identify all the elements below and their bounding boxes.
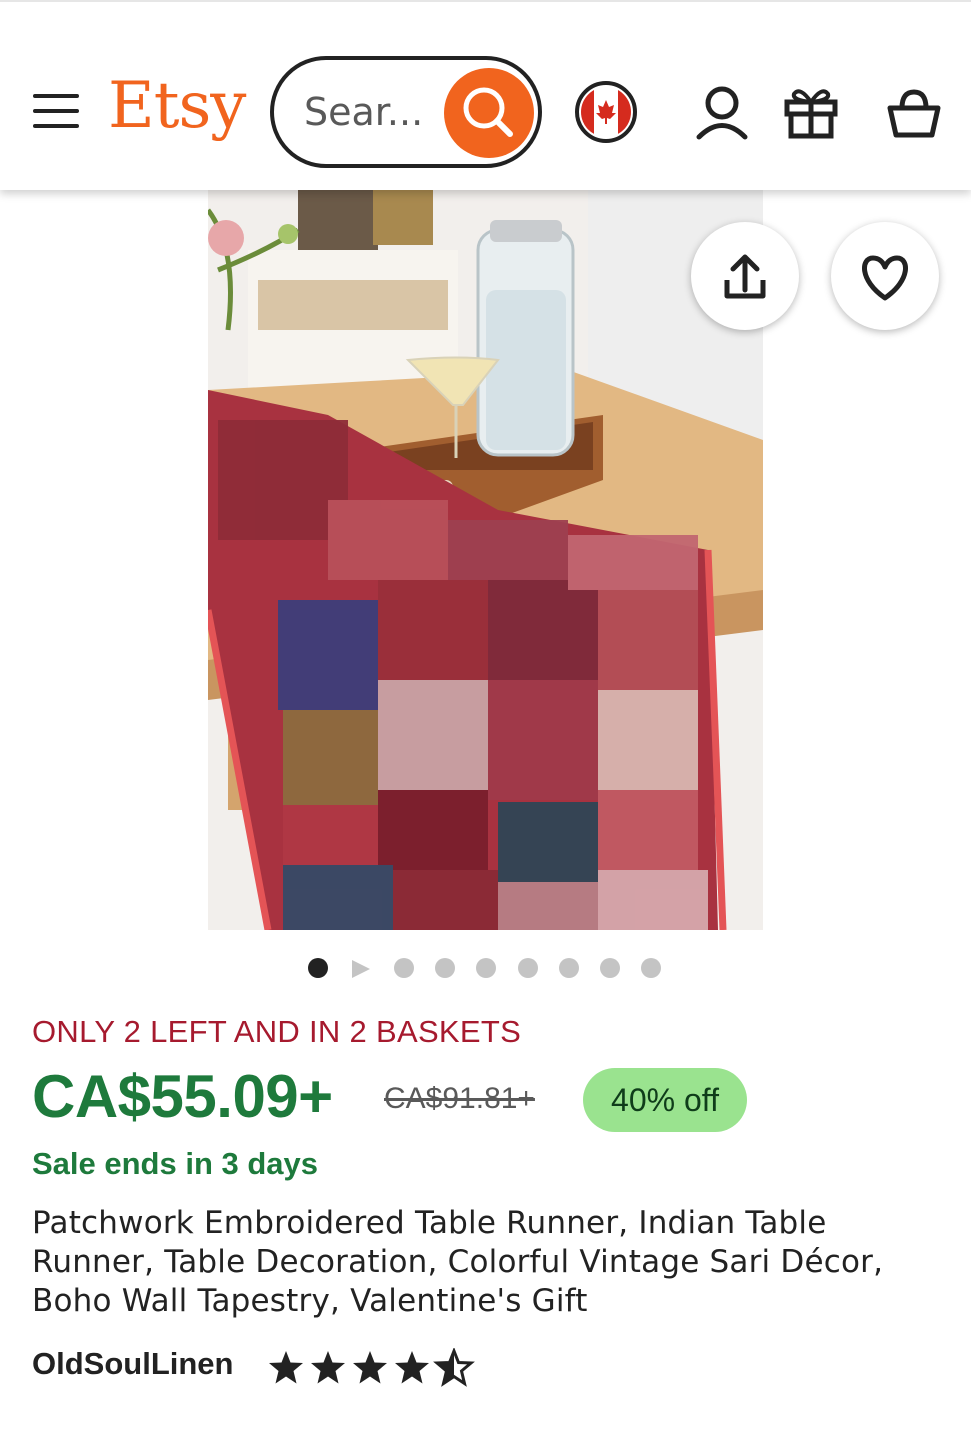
share-icon	[724, 254, 766, 299]
shop-name-link[interactable]: OldSoulLinen	[32, 1346, 234, 1382]
original-price: CA$91.81+	[384, 1082, 535, 1115]
carousel-video-icon[interactable]	[350, 958, 372, 980]
header-top-border	[0, 0, 971, 2]
carousel-dot[interactable]	[559, 958, 579, 978]
star-icon	[353, 1351, 387, 1384]
heart-icon	[862, 255, 908, 301]
search-bar	[270, 56, 542, 168]
carousel-dot[interactable]	[394, 958, 414, 978]
carousel-dot[interactable]	[476, 958, 496, 978]
carousel-dot[interactable]	[641, 958, 661, 978]
sale-ends-text: Sale ends in 3 days	[32, 1146, 319, 1181]
basket-icon[interactable]	[886, 88, 942, 140]
half-star-icon	[435, 1349, 473, 1385]
star-icon	[395, 1351, 429, 1384]
canada-flag-icon[interactable]	[574, 80, 638, 144]
shop-rating[interactable]	[266, 1348, 476, 1388]
etsy-logo[interactable]: Etsy	[108, 66, 246, 146]
product-title: Patchwork Embroidered Table Runner, Indi…	[32, 1205, 884, 1319]
stock-notice: ONLY 2 LEFT AND IN 2 BASKETS	[32, 1014, 522, 1049]
search-icon	[463, 87, 513, 137]
carousel-dot[interactable]	[435, 958, 455, 978]
search-button[interactable]	[444, 68, 534, 158]
carousel-dot[interactable]	[518, 958, 538, 978]
carousel-dot[interactable]	[600, 958, 620, 978]
site-header: Etsy	[0, 0, 971, 190]
star-icon	[311, 1351, 345, 1384]
menu-icon[interactable]	[30, 92, 82, 134]
search-input[interactable]	[304, 84, 434, 140]
listing-image[interactable]	[208, 190, 763, 930]
star-icon	[269, 1351, 303, 1384]
gift-icon[interactable]	[782, 82, 840, 140]
sale-price: CA$55.09+	[32, 1063, 333, 1130]
user-icon[interactable]	[694, 84, 750, 142]
carousel-dot-active[interactable]	[308, 958, 328, 978]
favorite-button[interactable]	[831, 222, 939, 330]
share-button[interactable]	[691, 222, 799, 330]
image-carousel-dots	[306, 956, 666, 980]
discount-badge: 40% off	[583, 1068, 747, 1132]
